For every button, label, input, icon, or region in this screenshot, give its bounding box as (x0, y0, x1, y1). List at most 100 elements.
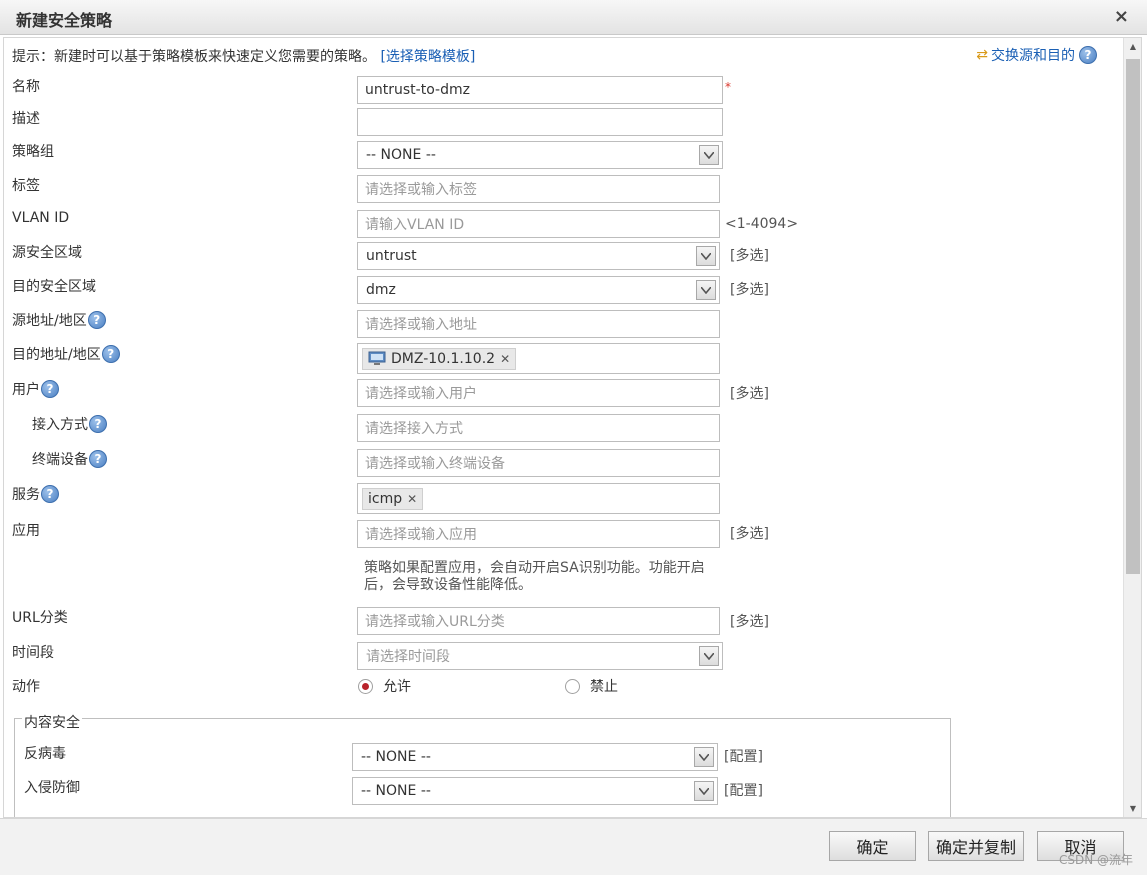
name-input[interactable]: untrust-to-dmz (357, 76, 723, 104)
vertical-scrollbar[interactable]: ▲ ▼ (1123, 38, 1141, 817)
ips-value: -- NONE -- (361, 783, 431, 799)
required-marker: * (725, 80, 731, 94)
dst-addr-tag[interactable]: DMZ-10.1.10.2 ✕ (362, 347, 517, 370)
application-note-line2: 后，会导致设备性能降低。 (364, 577, 532, 593)
ok-and-copy-button[interactable]: 确定并复制 (928, 831, 1024, 861)
service-input[interactable]: icmp ✕ (357, 483, 720, 514)
chevron-down-icon[interactable] (696, 246, 716, 266)
user-multi-link[interactable]: [多选] (730, 383, 769, 403)
user-label-row: 用户 ? (12, 379, 59, 399)
action-allow-label: 允许 (383, 679, 411, 695)
antivirus-select[interactable]: -- NONE -- (352, 743, 718, 771)
service-tag[interactable]: icmp ✕ (362, 487, 424, 510)
select-template-link[interactable]: [选择策略模板] (380, 49, 475, 65)
src-zone-label: 源安全区域 (12, 245, 82, 261)
action-allow-radio[interactable]: 允许 (358, 676, 411, 696)
application-note-line1: 策略如果配置应用，会自动开启SA识别功能。功能开启 (364, 560, 705, 576)
action-deny-label: 禁止 (590, 679, 618, 695)
help-icon[interactable]: ? (87, 311, 106, 329)
src-zone-multi-link[interactable]: [多选] (730, 245, 769, 265)
chevron-down-icon[interactable] (699, 646, 719, 666)
scroll-up-icon[interactable]: ▲ (1124, 38, 1141, 55)
chevron-down-icon[interactable] (699, 145, 719, 165)
service-label-row: 服务 ? (12, 484, 59, 504)
terminal-label: 终端设备 (32, 452, 88, 468)
antivirus-label: 反病毒 (24, 746, 66, 762)
dst-addr-tag-label: DMZ-10.1.10.2 (391, 350, 496, 367)
application-label: 应用 (12, 523, 40, 539)
remove-tag-icon[interactable]: ✕ (500, 352, 510, 366)
dst-zone-multi-link[interactable]: [多选] (730, 279, 769, 299)
dst-addr-input[interactable]: DMZ-10.1.10.2 ✕ (357, 343, 720, 374)
radio-selected-icon[interactable] (358, 678, 373, 694)
terminal-input[interactable]: 请选择或输入终端设备 (357, 449, 720, 477)
service-tag-label: icmp (368, 490, 403, 507)
watermark: CSDN @流年 (1058, 853, 1133, 867)
dialog-title: 新建安全策略 (16, 11, 113, 30)
vlan-range: <1-4094> (725, 216, 799, 232)
dst-zone-select[interactable]: dmz (357, 276, 720, 304)
tag-input[interactable]: 请选择或输入标签 (357, 175, 720, 203)
dst-addr-label: 目的地址/地区 (12, 347, 101, 363)
name-label: 名称 (12, 79, 40, 95)
time-range-select[interactable]: 请选择时间段 (357, 642, 723, 670)
help-icon[interactable]: ? (101, 345, 120, 363)
help-icon[interactable]: ? (41, 485, 59, 503)
vlan-input[interactable]: 请输入VLAN ID (357, 210, 720, 238)
ips-select[interactable]: -- NONE -- (352, 777, 718, 805)
src-addr-label: 源地址/地区 (12, 313, 87, 329)
swap-src-dst-link[interactable]: 交换源和目的 (991, 45, 1075, 65)
swap-src-dst[interactable]: ⇄ 交换源和目的 ? (976, 45, 1097, 65)
vlan-label: VLAN ID (12, 210, 70, 226)
url-category-multi-link[interactable]: [多选] (730, 611, 769, 631)
dst-zone-label: 目的安全区域 (12, 279, 96, 295)
src-addr-label-row: 源地址/地区 ? (12, 310, 106, 330)
help-icon[interactable]: ? (89, 450, 107, 468)
hint-text: 提示：新建时可以基于策略模板来快速定义您需要的策略。 [选择策略模板] (12, 46, 475, 66)
application-input[interactable]: 请选择或输入应用 (357, 520, 720, 548)
help-icon[interactable]: ? (41, 380, 59, 398)
application-multi-link[interactable]: [多选] (730, 523, 769, 543)
antivirus-value: -- NONE -- (361, 749, 431, 765)
description-input[interactable] (357, 108, 723, 136)
content-security-legend: 内容安全 (22, 712, 82, 732)
time-range-label: 时间段 (12, 645, 54, 661)
access-mode-label: 接入方式 (32, 417, 88, 433)
url-category-label: URL分类 (12, 610, 68, 626)
scrollbar-thumb[interactable] (1126, 59, 1140, 574)
chevron-down-icon[interactable] (694, 747, 714, 767)
application-note: 策略如果配置应用，会自动开启SA识别功能。功能开启 后，会导致设备性能降低。 (364, 560, 705, 594)
swap-arrows-icon: ⇄ (976, 47, 988, 63)
antivirus-config-link[interactable]: [配置] (724, 746, 763, 766)
policy-group-value: -- NONE -- (366, 147, 436, 163)
user-label: 用户 (12, 382, 40, 398)
chevron-down-icon[interactable] (694, 781, 714, 801)
src-zone-select[interactable]: untrust (357, 242, 720, 270)
help-icon[interactable]: ? (89, 415, 107, 433)
scroll-down-icon[interactable]: ▼ (1124, 800, 1141, 817)
chevron-down-icon[interactable] (696, 280, 716, 300)
help-icon[interactable]: ? (1079, 46, 1097, 64)
policy-group-select[interactable]: -- NONE -- (357, 141, 723, 169)
src-addr-input[interactable]: 请选择或输入地址 (357, 310, 720, 338)
src-zone-value: untrust (366, 248, 417, 264)
policy-group-label: 策略组 (12, 144, 54, 160)
action-deny-radio[interactable]: 禁止 (565, 676, 618, 696)
dialog-titlebar: 新建安全策略 × (0, 0, 1147, 35)
terminal-label-row: 终端设备 ? (32, 449, 107, 469)
action-label: 动作 (12, 679, 40, 695)
description-label: 描述 (12, 111, 40, 127)
access-mode-label-row: 接入方式 ? (32, 414, 107, 434)
ips-label: 入侵防御 (24, 780, 80, 796)
close-icon[interactable]: × (1114, 6, 1129, 27)
access-mode-input[interactable]: 请选择接入方式 (357, 414, 720, 442)
computer-icon (368, 351, 386, 365)
remove-tag-icon[interactable]: ✕ (407, 492, 417, 506)
url-category-input[interactable]: 请选择或输入URL分类 (357, 607, 720, 635)
ok-button[interactable]: 确定 (829, 831, 916, 861)
tag-label: 标签 (12, 178, 40, 194)
service-label: 服务 (12, 487, 40, 503)
user-input[interactable]: 请选择或输入用户 (357, 379, 720, 407)
radio-unselected-icon[interactable] (565, 678, 580, 694)
ips-config-link[interactable]: [配置] (724, 780, 763, 800)
